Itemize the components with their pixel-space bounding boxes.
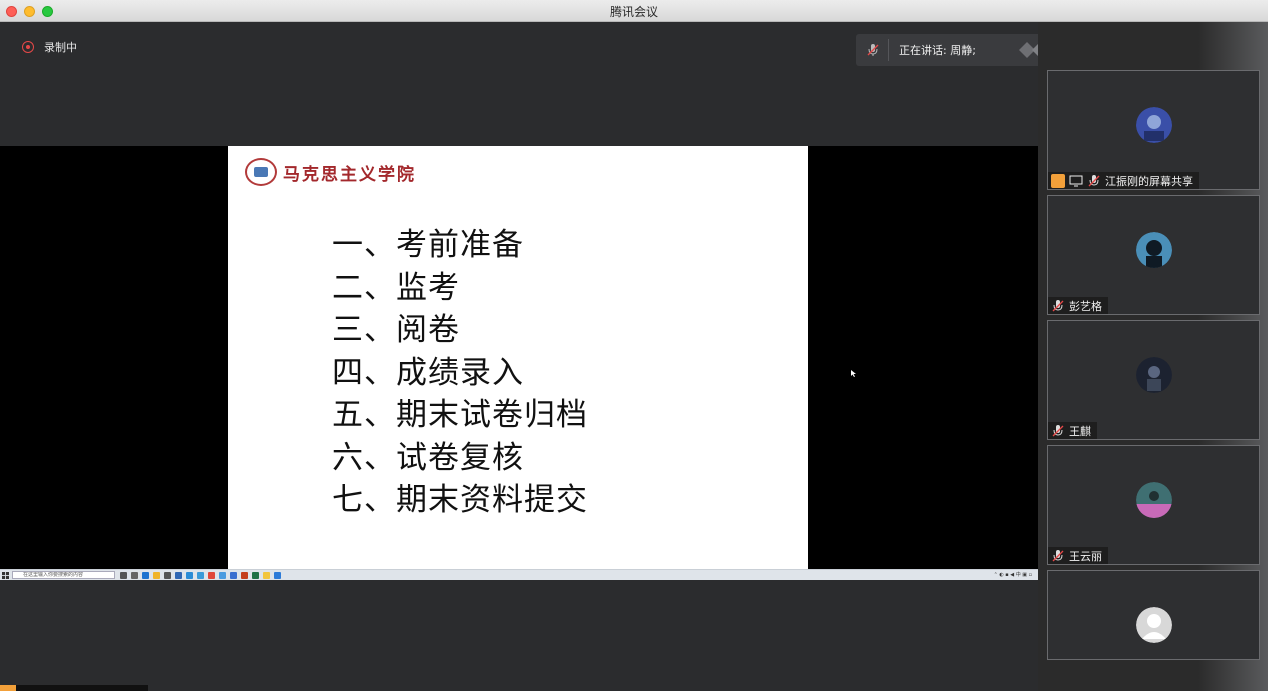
avatar <box>1136 482 1172 518</box>
microphone-muted-icon <box>1052 299 1064 311</box>
app-icon <box>219 572 226 579</box>
avatar <box>1136 357 1172 393</box>
powerpoint-icon <box>241 572 248 579</box>
task-view-icon <box>120 572 127 579</box>
participant-name: 王麒 <box>1069 424 1091 438</box>
outline-item: 五、期末试卷归档 <box>332 397 588 433</box>
avatar <box>1136 107 1172 143</box>
screen-share-user-icon <box>1051 173 1065 188</box>
file-explorer-icon <box>153 572 160 579</box>
system-tray: ⌃ ◐ ▪ ◀ 中 ▣ ▫ <box>993 572 1032 578</box>
outline-item: 三、阅卷 <box>332 312 460 348</box>
app-icon <box>263 572 270 579</box>
participant-name: 江振刚的屏幕共享 <box>1105 174 1193 188</box>
shared-screen: 马克思主义学院 一、考前准备 二、监考 三、阅卷 四、成绩录入 五、期末试卷归档… <box>0 146 1038 579</box>
recording-indicator[interactable]: 录制中 <box>22 39 77 55</box>
participant-tile[interactable]: 王麒 <box>1047 320 1260 440</box>
taskbar-search-box: 在这里输入你要搜索的内容 <box>12 571 115 579</box>
participant-name-tag: 王麒 <box>1048 422 1097 439</box>
recording-label: 录制中 <box>44 41 77 54</box>
app-icon <box>175 572 182 579</box>
school-logo: 马克思主义学院 <box>245 158 416 186</box>
outline-item: 一、考前准备 <box>332 227 524 263</box>
outline-item: 六、试卷复核 <box>332 439 524 476</box>
edge-browser-icon <box>142 572 149 579</box>
avatar <box>1136 232 1172 268</box>
microphone-muted-icon <box>867 44 879 56</box>
taskbar-app-icons <box>120 572 281 579</box>
outline-item: 四、成绩录入 <box>332 354 524 391</box>
presentation-slide: 马克思主义学院 一、考前准备 二、监考 三、阅卷 四、成绩录入 五、期末试卷归档… <box>228 146 808 570</box>
meeting-floating-toolbar[interactable] <box>0 685 148 691</box>
outline-item: 二、监考 <box>332 269 460 306</box>
participant-name-tag: 江振刚的屏幕共享 <box>1048 172 1199 189</box>
avatar <box>1136 607 1172 643</box>
participant-tile[interactable] <box>1047 570 1260 660</box>
shared-taskbar: 在这里输入你要搜索的内容 ⌃ ◐ ▪ ◀ 中 ▣ ▫ <box>0 569 1038 580</box>
school-name: 马克思主义学院 <box>283 164 416 185</box>
app-icon <box>208 572 215 579</box>
participant-tile[interactable]: 彭艺格 <box>1047 195 1260 315</box>
app-icon <box>197 572 204 579</box>
microphone-muted-icon <box>1052 549 1064 561</box>
mouse-cursor-icon <box>851 370 856 377</box>
participant-name: 彭艺格 <box>1069 299 1102 313</box>
participant-tile[interactable]: 江振刚的屏幕共享 <box>1047 70 1260 190</box>
participant-name-tag: 彭艺格 <box>1048 297 1108 314</box>
speaking-label: 正在讲话: 周静; <box>899 44 976 57</box>
microphone-muted-icon <box>1088 174 1100 186</box>
participant-name: 王云丽 <box>1069 549 1102 563</box>
microphone-muted-icon <box>1052 424 1064 436</box>
screen-share-icon <box>1069 175 1083 186</box>
participant-sidebar: 江振刚的屏幕共享 彭艺格 王麒 王云丽 <box>1038 22 1268 691</box>
app-icon <box>131 572 138 579</box>
separator <box>888 39 889 61</box>
window-title: 腾讯会议 <box>609 5 658 19</box>
main-stage: 录制中 正在讲话: 周静; 马克思主义学院 一、考前准备 二、监考 三、阅卷 四… <box>0 22 1071 691</box>
window-titlebar: 腾讯会议 <box>0 0 1268 22</box>
record-icon <box>22 41 34 53</box>
app-icon <box>164 572 171 579</box>
excel-icon <box>252 572 259 579</box>
school-seal-icon <box>245 158 277 186</box>
app-icon <box>230 572 237 579</box>
app-icon <box>274 572 281 579</box>
windows-start-icon <box>2 572 9 579</box>
slide-outline: 一、考前准备 二、监考 三、阅卷 四、成绩录入 五、期末试卷归档 六、试卷复核 … <box>332 224 588 522</box>
outline-item: 七、期末资料提交 <box>332 482 588 518</box>
participant-name-tag: 王云丽 <box>1048 547 1108 564</box>
participant-tile[interactable]: 王云丽 <box>1047 445 1260 565</box>
app-icon <box>186 572 193 579</box>
